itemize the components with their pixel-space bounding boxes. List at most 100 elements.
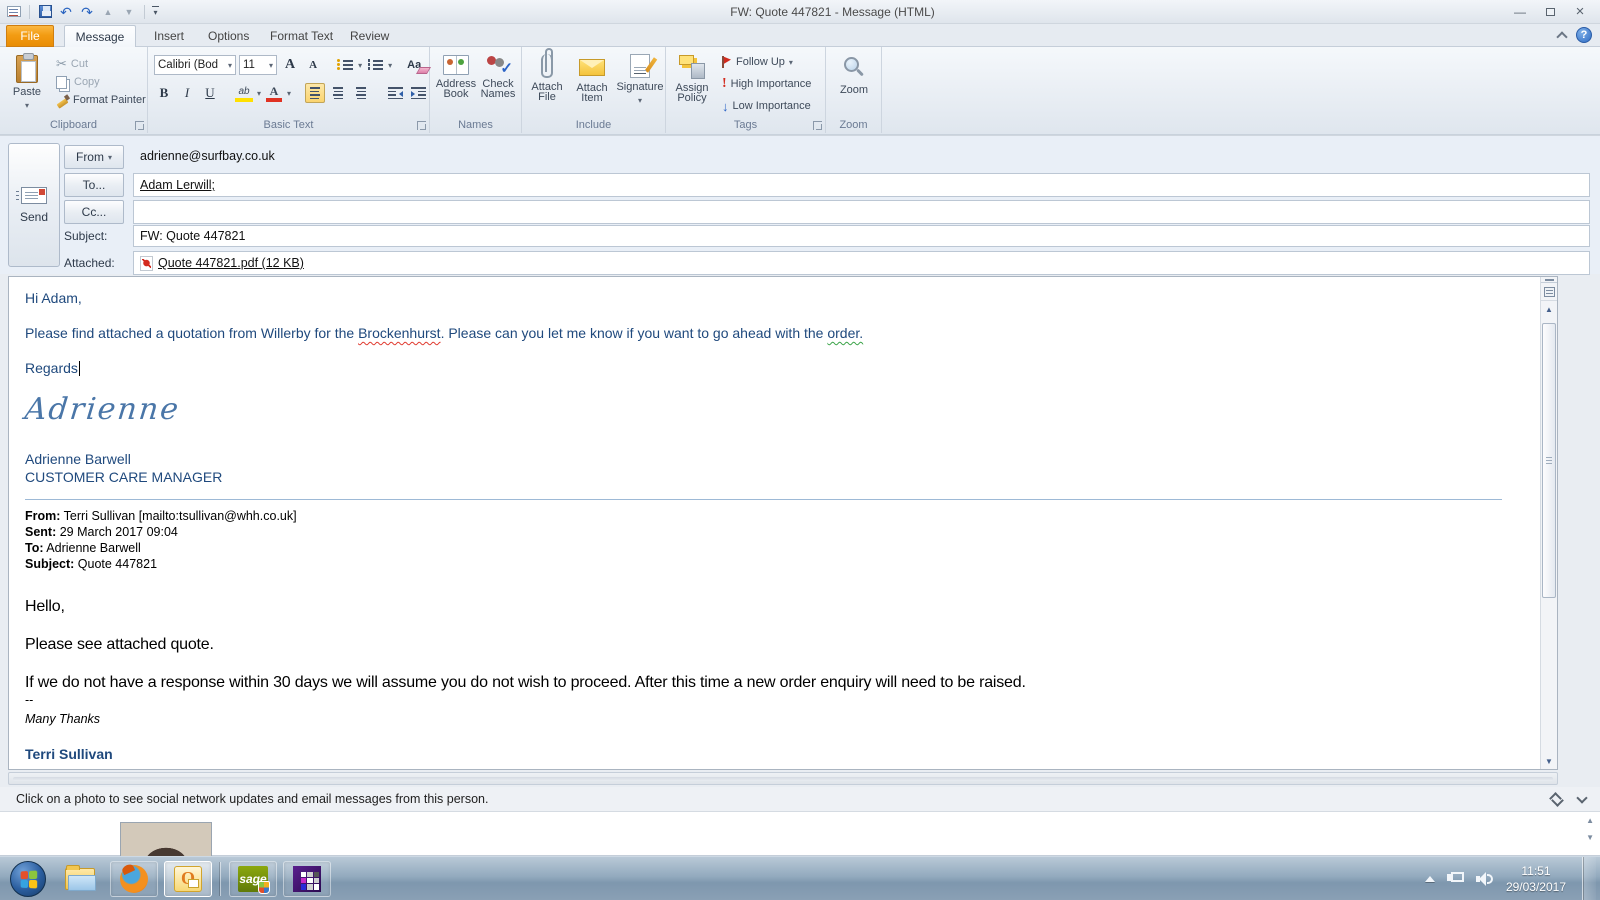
restore-button[interactable] (1536, 3, 1564, 21)
taskbar-sage-button[interactable]: sage (229, 861, 277, 897)
people-pane-splitter[interactable] (8, 772, 1558, 785)
copy-button: Copy (52, 73, 146, 91)
ruler-toggle-icon[interactable] (1541, 283, 1557, 301)
redo-icon[interactable]: ↷ (79, 4, 95, 20)
scroll-down-icon[interactable]: ▼ (1541, 753, 1557, 769)
tags-dialog-launcher-icon[interactable] (813, 121, 822, 130)
highlight-button[interactable]: ab (234, 83, 254, 103)
check-names-button[interactable]: ✓ Check Names (478, 51, 518, 100)
outlook-message-window: ↶ ↷ ▲ ▼ ▾ FW: Quote 447821 - Message (HT… (0, 0, 1600, 900)
customize-qat-icon[interactable]: ▾ (152, 6, 159, 17)
tab-format-text[interactable]: Format Text (258, 25, 345, 47)
group-label-tags: Tags (666, 119, 825, 131)
explorer-icon (65, 868, 95, 890)
forwarded-greeting: Hello, (25, 598, 1517, 616)
format-painter-button[interactable]: Format Painter (52, 91, 146, 109)
align-left-button[interactable] (305, 83, 325, 103)
tab-options[interactable]: Options (196, 25, 261, 47)
clipboard-dialog-launcher-icon[interactable] (135, 121, 144, 130)
address-book-button[interactable]: Address Book (436, 51, 476, 100)
low-importance-button[interactable]: ↓ Low Importance (718, 97, 811, 115)
low-importance-icon: ↓ (722, 99, 729, 114)
assign-policy-icon (679, 55, 705, 79)
cc-button[interactable]: Cc... (64, 200, 124, 224)
taskbar-outlook-button[interactable]: O (164, 861, 212, 897)
scrollbar-thumb[interactable] (1542, 323, 1556, 598)
start-button[interactable] (10, 861, 46, 897)
bold-button[interactable]: B (154, 83, 174, 103)
basic-text-dialog-launcher-icon[interactable] (417, 121, 426, 130)
save-icon[interactable] (37, 4, 53, 20)
follow-up-button[interactable]: Follow Up ▾ (718, 53, 811, 71)
italic-button[interactable]: I (177, 83, 197, 103)
shrink-font-button[interactable]: A (303, 55, 323, 75)
tab-file[interactable]: File (6, 25, 54, 47)
paste-button[interactable]: Paste ▾ (6, 51, 48, 110)
grid-app-icon (293, 866, 321, 892)
paste-dropdown-icon[interactable]: ▾ (25, 101, 29, 110)
scroll-up-icon[interactable]: ▲ (1541, 301, 1557, 317)
taskbar-firefox-button[interactable] (110, 861, 158, 897)
show-desktop-button[interactable] (1582, 857, 1596, 900)
high-importance-button[interactable]: ! High Importance (718, 75, 811, 93)
from-button[interactable]: From▾ (64, 145, 124, 169)
font-color-dropdown-icon[interactable]: ▾ (287, 89, 291, 98)
undo-icon[interactable]: ↶ (58, 4, 74, 20)
numbering-dropdown-icon[interactable]: ▾ (388, 61, 392, 70)
photo-scroll-up-icon[interactable]: ▲ (1586, 816, 1594, 825)
attachment-link[interactable]: Quote 447821.pdf (12 KB) (158, 256, 304, 270)
signature-name: Adrienne Barwell (25, 451, 1517, 467)
bullets-button[interactable] (335, 55, 355, 75)
cut-icon: ✂ (56, 56, 67, 72)
font-color-button[interactable]: A (264, 83, 284, 103)
to-recipient[interactable]: Adam Lerwill; (140, 178, 215, 192)
expand-people-pane-icon[interactable] (1551, 794, 1562, 805)
pdf-attachment-icon (140, 256, 153, 271)
to-field[interactable]: Adam Lerwill; (133, 173, 1590, 197)
collapse-ribbon-icon[interactable] (1556, 31, 1567, 42)
send-button[interactable]: Send (8, 143, 60, 267)
minimize-button[interactable]: — (1506, 3, 1534, 21)
highlight-dropdown-icon[interactable]: ▾ (257, 89, 261, 98)
photo-scroll-down-icon[interactable]: ▼ (1586, 833, 1594, 842)
taskbar-grid-app-button[interactable] (283, 861, 331, 897)
network-icon[interactable] (1447, 872, 1464, 886)
grow-font-button[interactable]: A (280, 55, 300, 75)
clear-formatting-button[interactable]: Aa (406, 55, 428, 75)
volume-icon[interactable] (1476, 872, 1494, 886)
tab-insert[interactable]: Insert (142, 25, 196, 47)
attach-item-button[interactable]: Attach Item (570, 50, 614, 104)
taskbar-explorer-button[interactable] (60, 868, 100, 890)
group-tags: Assign Policy Follow Up ▾ ! High Importa… (666, 47, 826, 133)
cc-field[interactable] (133, 200, 1590, 224)
taskbar-clock[interactable]: 11:51 29/03/2017 (1506, 863, 1570, 895)
zoom-button[interactable]: Zoom (834, 53, 874, 96)
ribbon-tab-row: File Message Insert Options Format Text … (0, 24, 1600, 47)
underline-button[interactable]: U (200, 83, 220, 103)
font-name-combo[interactable]: Calibri (Bod▾ (154, 55, 236, 75)
decrease-indent-button[interactable] (385, 83, 405, 103)
paste-icon (16, 55, 38, 83)
attached-field[interactable]: Quote 447821.pdf (12 KB) (133, 251, 1590, 275)
message-body[interactable]: Hi Adam, Please find attached a quotatio… (8, 276, 1558, 770)
align-right-button[interactable] (351, 83, 371, 103)
signature-button[interactable]: Signature ▾ (616, 50, 664, 105)
body-scrollbar[interactable]: ▲ ▼ (1540, 277, 1557, 769)
misspelled-word: Brockenhurst (358, 325, 440, 341)
bullets-dropdown-icon[interactable]: ▾ (358, 61, 362, 70)
collapse-people-pane-icon[interactable] (1576, 792, 1587, 803)
tab-message[interactable]: Message (64, 25, 136, 47)
increase-indent-button[interactable] (408, 83, 428, 103)
to-button[interactable]: To... (64, 173, 124, 197)
attach-file-button[interactable]: Attach File (526, 50, 568, 103)
assign-policy-button[interactable]: Assign Policy (670, 51, 714, 104)
align-center-button[interactable] (328, 83, 348, 103)
high-importance-icon: ! (722, 76, 727, 92)
font-size-combo[interactable]: 11▾ (239, 55, 277, 75)
help-icon[interactable]: ? (1576, 27, 1592, 43)
tab-review[interactable]: Review (338, 25, 401, 47)
subject-field[interactable]: FW: Quote 447821 (133, 225, 1590, 247)
close-button[interactable]: × (1566, 3, 1594, 21)
numbering-button[interactable] (365, 55, 385, 75)
hidden-icons-icon[interactable] (1425, 876, 1435, 882)
